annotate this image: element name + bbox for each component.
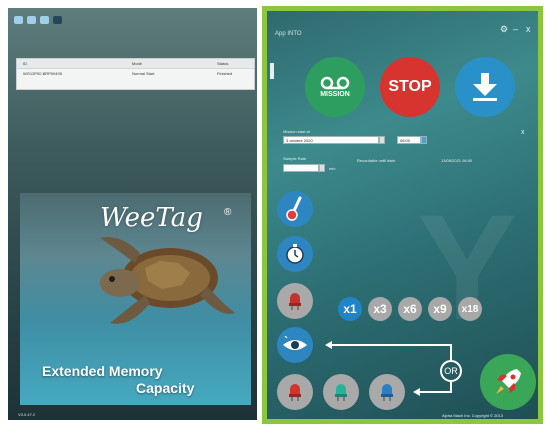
green-led-icon: [335, 384, 347, 401]
column-status[interactable]: Status: [217, 61, 228, 66]
side-tab-handle[interactable]: [270, 63, 274, 79]
monitor-icon[interactable]: [53, 16, 62, 24]
sample-rate-field[interactable]: [283, 164, 319, 172]
column-id[interactable]: ID: [23, 61, 27, 66]
sample-rate-spinner[interactable]: [319, 164, 325, 172]
green-led-button[interactable]: [323, 374, 359, 410]
start-time-field[interactable]: 08:00: [397, 136, 421, 144]
column-mode[interactable]: Mode: [132, 61, 142, 66]
registered-mark: ®: [224, 207, 232, 218]
multiplier-x18[interactable]: x18: [458, 297, 482, 321]
temperature-sensor-button[interactable]: [277, 191, 313, 227]
top-icon-bar: [14, 16, 62, 24]
copyright-text: Alpha Mach Inc. Copyright © 2013: [442, 413, 503, 418]
mission-label: MISSION: [320, 91, 350, 98]
voicemail-icon: [320, 76, 350, 90]
arrow-left-bottom-icon: [413, 388, 420, 396]
eye-icon: [283, 336, 307, 350]
rocket-icon: [496, 369, 521, 394]
mission-window: Y App INTO ⚙ – x MISSION STOP Mission st…: [262, 6, 543, 424]
blue-led-icon: [381, 384, 393, 401]
left-window: ID Mode Status WG13P00 BRP00495 Normal S…: [8, 8, 257, 420]
or-badge: OR: [440, 360, 462, 382]
red-led-icon: [289, 384, 301, 401]
download-button[interactable]: [455, 57, 515, 117]
thermometer-icon: [286, 196, 302, 221]
background-watermark: Y: [417, 183, 518, 351]
arrow-left-top-icon: [325, 341, 332, 349]
red-led-icon: [289, 293, 301, 310]
multiplier-x3[interactable]: x3: [368, 297, 392, 321]
stopwatch-icon: [286, 244, 304, 264]
led-indicator-button[interactable]: [277, 283, 313, 319]
promo-banner: WeeTag ® Extended Memory Capacity: [20, 193, 251, 405]
promo-line-2: Capacity: [136, 380, 195, 396]
stop-label: STOP: [388, 78, 432, 95]
sample-rate-label: Sample Rate: [283, 156, 307, 161]
save-icon[interactable]: [14, 16, 23, 24]
stop-button[interactable]: STOP: [380, 57, 440, 117]
promo-line-1: Extended Memory: [42, 363, 163, 379]
view-mode-button[interactable]: [277, 327, 313, 363]
date-picker-button[interactable]: [379, 136, 385, 144]
start-date-field[interactable]: 3 octobre 2020: [283, 136, 379, 144]
cell-status: Finished: [217, 71, 233, 76]
window-title: App INTO: [275, 31, 302, 37]
connector-line-vertical-top: [450, 344, 452, 360]
download-arrow-icon: [473, 73, 497, 101]
table-row[interactable]: WG13P00 BRP00495 Normal Start Finished: [17, 69, 254, 78]
multiplier-x1[interactable]: x1: [338, 297, 362, 321]
close-button[interactable]: x: [526, 24, 531, 34]
mission-button[interactable]: MISSION: [305, 57, 365, 117]
recordable-until-label: Recordable until date:: [357, 158, 396, 163]
timer-button[interactable]: [277, 236, 313, 272]
device-list: ID Mode Status WG13P00 BRP00495 Normal S…: [16, 58, 255, 90]
sea-turtle-image: [100, 237, 235, 324]
recordable-until-value: 13/08/2021 08:00: [441, 158, 473, 163]
blue-led-button[interactable]: [369, 374, 405, 410]
export-icon[interactable]: [40, 16, 49, 24]
connector-line-bottom: [419, 391, 451, 393]
minimize-button[interactable]: –: [513, 24, 518, 34]
red-led-button[interactable]: [277, 374, 313, 410]
settings-gear-icon[interactable]: ⚙: [500, 24, 508, 35]
mission-start-label: Mission start at: [283, 129, 310, 134]
list-header: ID Mode Status: [17, 59, 254, 69]
cell-id: WG13P00 BRP00495: [23, 71, 62, 76]
cell-mode: Normal Start: [132, 71, 155, 76]
multiplier-x9[interactable]: x9: [428, 297, 452, 321]
close-form-button[interactable]: x: [521, 129, 525, 136]
folder-icon[interactable]: [27, 16, 36, 24]
connector-line-top: [331, 344, 451, 346]
sample-unit: min: [329, 166, 336, 171]
brand-logo: WeeTag: [100, 203, 203, 233]
launch-rocket-button[interactable]: [480, 354, 536, 410]
version-label: V3.0.47.2: [18, 412, 36, 417]
multiplier-x6[interactable]: x6: [398, 297, 422, 321]
time-spinner[interactable]: [421, 136, 427, 144]
